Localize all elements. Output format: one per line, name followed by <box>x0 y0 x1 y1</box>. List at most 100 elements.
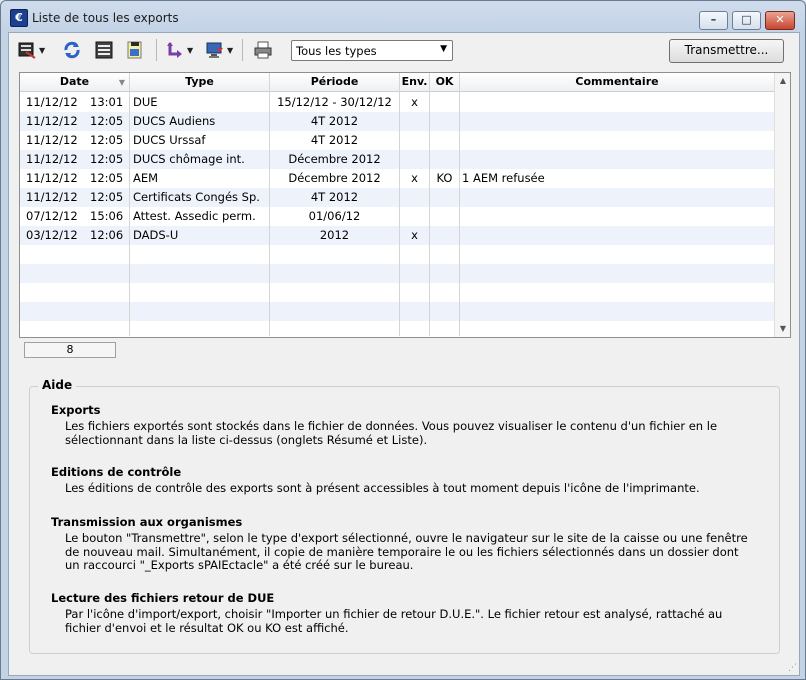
column-divider <box>459 91 460 336</box>
table-row[interactable]: 11/12/12 12:05 DUCS chômage int. Décembre 2… <box>20 150 774 169</box>
table-row[interactable]: 11/12/12 12:05 AEM Décembre 2012 x KO 1 AEM re… <box>20 169 774 188</box>
column-divider <box>429 91 430 336</box>
main-window: € Liste de tous les exports – □ ✕ ▼ ▼ ▼ … <box>0 0 806 680</box>
cell-comment <box>462 112 762 131</box>
empty-row[interactable] <box>20 245 774 264</box>
records-button[interactable] <box>94 39 114 61</box>
column-header-env[interactable]: Env. <box>400 73 430 91</box>
cell-type: DUCS Urssaf <box>133 133 206 147</box>
cell-env: x <box>411 171 418 185</box>
column-header-date[interactable]: Date ▼ <box>20 73 130 91</box>
refresh-button[interactable] <box>62 39 82 61</box>
empty-row[interactable] <box>20 302 774 321</box>
import-export-button[interactable]: ▼ <box>165 39 193 61</box>
dropdown-arrow-icon: ▼ <box>227 45 234 55</box>
cell-period: Décembre 2012 <box>288 152 381 166</box>
monitor-icon <box>205 40 225 60</box>
cell-comment <box>462 131 762 150</box>
cell-period: 4T 2012 <box>310 133 359 147</box>
cell-env <box>400 112 429 131</box>
table-header: Date ▼ Type Période Env. OK Commentaire <box>20 73 774 92</box>
refresh-icon <box>62 40 82 60</box>
edit-document-icon <box>125 40 145 60</box>
table-row[interactable]: 11/12/12 12:05 DUCS Audiens 4T 2012 <box>20 112 774 131</box>
cell-env: x <box>411 228 418 242</box>
cell-ok: KO <box>436 171 453 185</box>
close-icon: ✕ <box>775 13 785 26</box>
cell-ok <box>430 131 459 150</box>
dropdown-arrow-icon: ▼ <box>39 45 46 55</box>
export-list-icon <box>17 40 37 60</box>
cell-time: 12:05 <box>90 114 124 128</box>
empty-row[interactable] <box>20 283 774 302</box>
vertical-scrollbar[interactable]: ▲ ▼ <box>774 73 790 337</box>
minimize-button[interactable]: – <box>699 11 728 30</box>
table-row[interactable]: 03/12/12 12:06 DADS-U 2012 x <box>20 226 774 245</box>
resize-grip-icon[interactable]: ⋰ <box>788 663 797 673</box>
sort-desc-icon: ▼ <box>118 78 125 87</box>
printer-icon <box>253 40 273 60</box>
table-row[interactable]: 11/12/12 12:05 Certificats Congés Sp. 4T 20… <box>20 188 774 207</box>
help-section-text: Les fichiers exportés sont stockés dans … <box>65 419 718 447</box>
table-row[interactable]: 07/12/12 15:06 Attest. Assedic perm. 01/06/… <box>20 207 774 226</box>
minimize-icon: – <box>710 13 717 26</box>
help-section-title: Editions de contrôle <box>51 465 182 479</box>
cell-time: 12:05 <box>90 133 124 147</box>
close-button[interactable]: ✕ <box>765 11 795 30</box>
table-row[interactable]: 11/12/12 12:05 DUCS Urssaf 4T 2012 <box>20 131 774 150</box>
export-menu-button[interactable]: ▼ <box>17 39 45 61</box>
maximize-button[interactable]: □ <box>732 11 761 30</box>
edit-document-button[interactable] <box>125 39 145 61</box>
exports-table[interactable]: Date ▼ Type Période Env. OK Commentaire 1… <box>19 72 791 338</box>
table-row[interactable]: 11/12/12 13:01 DUE 15/12/12 - 30/12/12 x <box>20 93 774 112</box>
cell-date: 11/12/12 <box>26 95 78 109</box>
toolbar-separator <box>156 39 157 61</box>
cell-date: 11/12/12 <box>26 114 78 128</box>
cell-comment <box>462 188 762 207</box>
cell-time: 12:05 <box>90 171 124 185</box>
cell-ok <box>430 93 459 112</box>
record-count: 8 <box>24 342 116 358</box>
cell-type: Certificats Congés Sp. <box>133 190 260 204</box>
help-section-text: Par l'icône d'import/export, choisir "Im… <box>65 607 723 635</box>
help-section-text: Le bouton "Transmettre", selon le type d… <box>65 531 748 572</box>
print-button[interactable] <box>253 39 273 61</box>
cell-type: Attest. Assedic perm. <box>133 209 256 223</box>
maximize-icon: □ <box>741 13 752 26</box>
cell-type: DUCS chômage int. <box>133 152 245 166</box>
monitor-button[interactable]: ▼ <box>205 39 233 61</box>
cell-period: 2012 <box>319 228 350 242</box>
chevron-down-icon: ▼ <box>440 44 447 54</box>
column-header-period[interactable]: Période <box>270 73 400 91</box>
cell-time: 12:05 <box>90 190 124 204</box>
empty-row[interactable] <box>20 264 774 283</box>
title-bar[interactable]: € Liste de tous les exports – □ ✕ <box>1 1 805 31</box>
scroll-down-icon[interactable]: ▼ <box>775 321 790 337</box>
transmit-button[interactable]: Transmettre... <box>669 39 784 63</box>
cell-ok <box>430 188 459 207</box>
help-panel: Aide Exports Les fichiers exportés sont … <box>29 378 780 654</box>
column-header-type[interactable]: Type <box>130 73 270 91</box>
column-divider <box>269 91 270 336</box>
cell-ok <box>430 150 459 169</box>
cell-period: 01/06/12 <box>308 209 361 223</box>
scroll-up-icon[interactable]: ▲ <box>775 73 790 89</box>
cell-period: Décembre 2012 <box>288 171 381 185</box>
type-filter-select[interactable]: Tous les types ▼ <box>291 40 453 61</box>
cell-env <box>400 131 429 150</box>
cell-period: 4T 2012 <box>310 190 359 204</box>
cell-date: 07/12/12 <box>26 209 78 223</box>
column-header-ok[interactable]: OK <box>430 73 460 91</box>
app-logo-icon[interactable]: € <box>10 9 28 27</box>
cell-comment <box>462 150 762 169</box>
column-divider <box>129 91 130 336</box>
cell-env <box>400 188 429 207</box>
cell-date: 11/12/12 <box>26 152 78 166</box>
records-icon <box>94 40 114 60</box>
help-title: Aide <box>38 378 77 392</box>
help-section-title: Exports <box>51 403 101 417</box>
column-header-comment[interactable]: Commentaire <box>460 73 774 91</box>
import-export-icon <box>165 40 185 60</box>
cell-time: 12:05 <box>90 152 124 166</box>
cell-time: 13:01 <box>90 95 124 109</box>
